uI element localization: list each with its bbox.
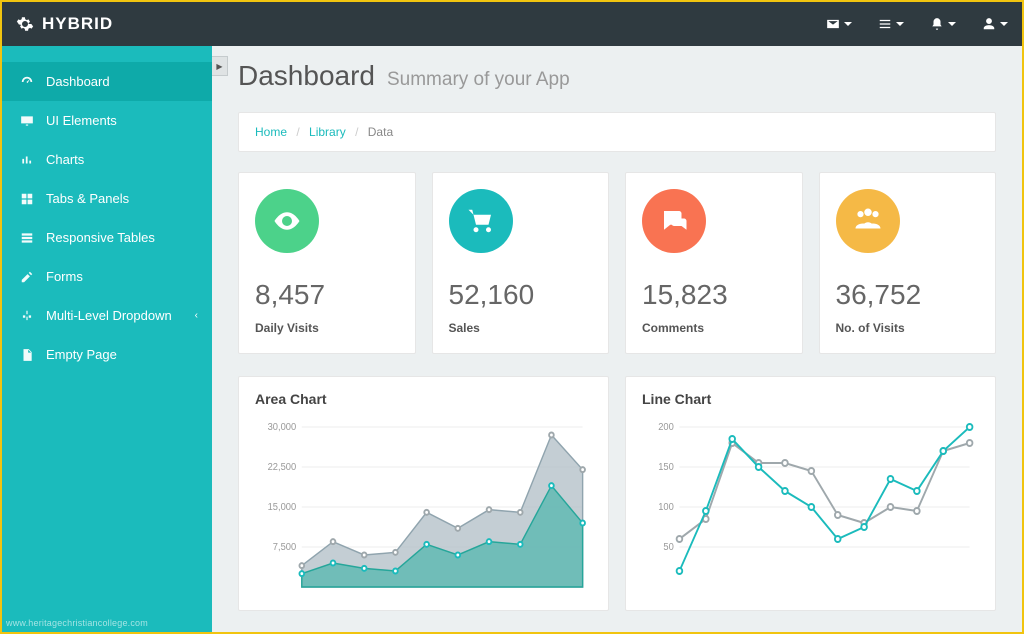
svg-text:7,500: 7,500: [273, 542, 296, 553]
table-icon: [20, 231, 34, 245]
cart-icon: [466, 206, 496, 236]
watermark: www.heritagechristiancollege.com: [6, 618, 148, 628]
brand-text: HYBRID: [42, 14, 113, 34]
main-content: Dashboard Summary of your App Home / Lib…: [212, 46, 1022, 632]
sidebar-item-label: Responsive Tables: [46, 230, 155, 245]
page-title-block: Dashboard Summary of your App: [238, 60, 996, 92]
line-chart-panel: Line Chart 200 150 100 50: [625, 376, 996, 611]
sidebar-item-label: Empty Page: [46, 347, 117, 362]
caret-icon: [1000, 22, 1008, 26]
grid-icon: [20, 192, 34, 206]
chart-title: Line Chart: [642, 391, 979, 407]
breadcrumb-home[interactable]: Home: [255, 125, 287, 139]
sidebar-item-charts[interactable]: Charts: [2, 140, 212, 179]
stat-icon-circle: [836, 189, 900, 253]
stat-row: 8,457 Daily Visits 52,160 Sales 15,823 C…: [238, 172, 996, 354]
chevron-left-icon: ‹: [195, 310, 198, 321]
sidebar-collapse-toggle[interactable]: ▶: [212, 56, 228, 76]
sidebar-item-multilevel[interactable]: Multi-Level Dropdown ‹: [2, 296, 212, 335]
sidebar-item-label: Forms: [46, 269, 83, 284]
mail-menu[interactable]: [826, 17, 852, 31]
header-actions: [826, 17, 1008, 31]
mail-icon: [826, 17, 840, 31]
stat-icon-circle: [642, 189, 706, 253]
sidebar-item-tabs-panels[interactable]: Tabs & Panels: [2, 179, 212, 218]
users-icon: [853, 206, 883, 236]
tasks-menu[interactable]: [878, 17, 904, 31]
svg-text:15,000: 15,000: [268, 502, 297, 513]
sidebar-item-dashboard[interactable]: Dashboard: [2, 62, 212, 101]
caret-icon: [896, 22, 904, 26]
tree-icon: [20, 309, 34, 323]
page-subtitle: Summary of your App: [387, 69, 570, 91]
chart-title: Area Chart: [255, 391, 592, 407]
area-chart: 30,000 22,500 15,000 7,500: [255, 417, 592, 597]
gear-icon: [16, 15, 34, 33]
stat-value: 52,160: [449, 279, 593, 311]
stat-card-daily-visits[interactable]: 8,457 Daily Visits: [238, 172, 416, 354]
stat-icon-circle: [449, 189, 513, 253]
sidebar-item-responsive-tables[interactable]: Responsive Tables: [2, 218, 212, 257]
breadcrumb-sep: /: [296, 125, 299, 139]
caret-icon: [948, 22, 956, 26]
user-menu[interactable]: [982, 17, 1008, 31]
edit-icon: [20, 270, 34, 284]
page-title: Dashboard: [238, 60, 375, 92]
svg-text:150: 150: [658, 462, 674, 473]
svg-text:22,500: 22,500: [268, 462, 297, 473]
line-chart: 200 150 100 50: [642, 417, 979, 597]
svg-text:100: 100: [658, 502, 674, 513]
svg-text:200: 200: [658, 422, 674, 433]
brand[interactable]: HYBRID: [16, 14, 113, 34]
svg-text:50: 50: [663, 542, 673, 553]
dashboard-icon: [20, 75, 34, 89]
svg-text:30,000: 30,000: [268, 422, 297, 433]
stat-label: Sales: [449, 321, 593, 335]
sidebar-item-label: Dashboard: [46, 74, 110, 89]
alerts-menu[interactable]: [930, 17, 956, 31]
breadcrumb-library[interactable]: Library: [309, 125, 346, 139]
bell-icon: [930, 17, 944, 31]
stat-label: Daily Visits: [255, 321, 399, 335]
sidebar-item-label: UI Elements: [46, 113, 117, 128]
breadcrumb-sep: /: [355, 125, 358, 139]
chart-icon: [20, 153, 34, 167]
stat-label: Comments: [642, 321, 786, 335]
user-icon: [982, 17, 996, 31]
caret-icon: [844, 22, 852, 26]
sidebar: Dashboard UI Elements Charts Tabs & Pane…: [2, 46, 212, 632]
area-chart-panel: Area Chart 30,000 22,500 15,000 7,500: [238, 376, 609, 611]
chat-icon: [659, 206, 689, 236]
stat-value: 36,752: [836, 279, 980, 311]
stat-value: 8,457: [255, 279, 399, 311]
sidebar-item-forms[interactable]: Forms: [2, 257, 212, 296]
breadcrumb: Home / Library / Data: [238, 112, 996, 152]
header: HYBRID: [2, 2, 1022, 46]
file-icon: [20, 348, 34, 362]
list-icon: [878, 17, 892, 31]
breadcrumb-current: Data: [368, 125, 393, 139]
stat-icon-circle: [255, 189, 319, 253]
sidebar-item-ui-elements[interactable]: UI Elements: [2, 101, 212, 140]
sidebar-item-label: Multi-Level Dropdown: [46, 308, 172, 323]
stat-value: 15,823: [642, 279, 786, 311]
stat-card-comments[interactable]: 15,823 Comments: [625, 172, 803, 354]
sidebar-item-label: Charts: [46, 152, 84, 167]
desktop-icon: [20, 114, 34, 128]
stat-card-no-of-visits[interactable]: 36,752 No. of Visits: [819, 172, 997, 354]
stat-label: No. of Visits: [836, 321, 980, 335]
eye-icon: [272, 206, 302, 236]
stat-card-sales[interactable]: 52,160 Sales: [432, 172, 610, 354]
sidebar-item-label: Tabs & Panels: [46, 191, 129, 206]
sidebar-item-empty-page[interactable]: Empty Page: [2, 335, 212, 374]
chart-row: Area Chart 30,000 22,500 15,000 7,500 Line …: [238, 376, 996, 611]
